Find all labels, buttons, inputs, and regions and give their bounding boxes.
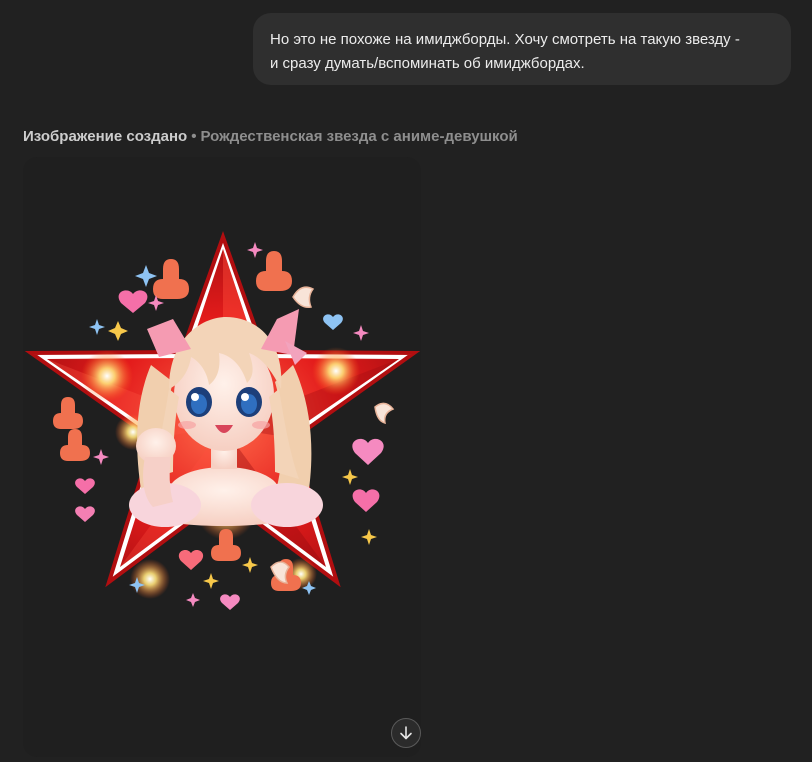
glow-sparkle — [81, 350, 133, 402]
user-message-bubble: Но это не похоже на имиджборды. Хочу смо… — [253, 13, 791, 85]
generated-image[interactable] — [23, 157, 421, 757]
image-prompt-title[interactable]: Рождественская звезда с аниме-девушкой — [200, 128, 517, 145]
chat-thread: Но это не похоже на имиджборды. Хочу смо… — [0, 0, 812, 762]
arrow-down-icon — [400, 726, 412, 740]
anime-girl — [129, 309, 323, 527]
user-message-line-1: Но это не похоже на имиджборды. Хочу смо… — [270, 31, 740, 48]
glow-sparkle — [130, 559, 170, 599]
image-generated-status: Изображение создано • Рождественская звезд… — [23, 127, 518, 147]
status-separator: • — [191, 128, 197, 145]
user-message-line-2: и сразу думать/вспоминать об имиджбордах… — [270, 55, 585, 72]
glow-sparkle — [312, 347, 360, 395]
download-button[interactable] — [391, 718, 421, 748]
generated-image-artwork — [24, 231, 421, 610]
status-label: Изображение создано — [23, 128, 188, 145]
